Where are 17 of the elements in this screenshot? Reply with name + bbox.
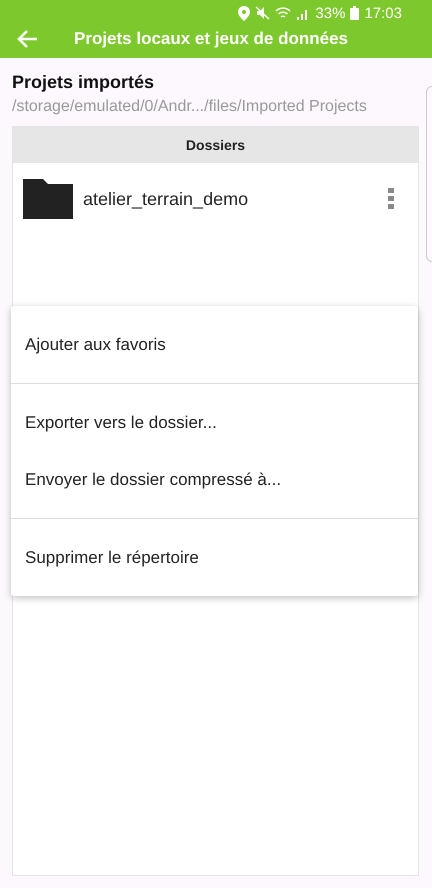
folder-path: /storage/emulated/0/Andr.../files/Imported Projects	[12, 98, 367, 116]
wifi-icon	[275, 6, 292, 20]
battery-icon	[350, 6, 360, 20]
location-icon	[238, 6, 250, 20]
folder-icon	[23, 179, 73, 219]
mute-icon	[255, 6, 270, 20]
folder-name[interactable]: atelier_terrain_demo	[83, 188, 388, 210]
status-time: 17:03	[364, 4, 402, 22]
more-options-icon[interactable]	[388, 188, 394, 210]
section-title: Projets importés	[12, 72, 154, 93]
menu-item[interactable]: Supprimer le répertoire	[11, 529, 418, 586]
menu-item[interactable]: Ajouter aux favoris	[11, 316, 418, 373]
screen-title: Projets locaux et jeux de données	[74, 29, 348, 49]
menu-item[interactable]: Envoyer le dossier compressé à...	[11, 451, 418, 508]
table-header: Dossiers	[13, 127, 418, 163]
battery-percent: 33%	[315, 4, 346, 22]
menu-item[interactable]: Exporter vers le dossier...	[11, 394, 418, 451]
